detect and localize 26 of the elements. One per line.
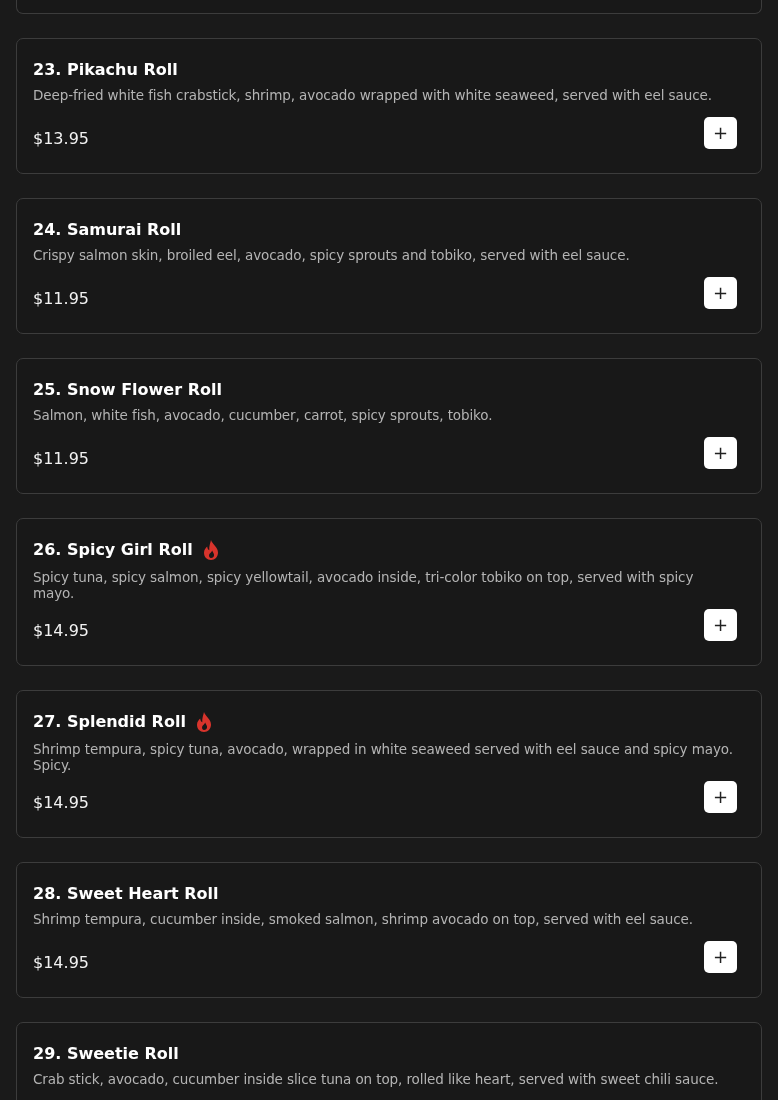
item-description: Crispy salmon skin, broiled eel, avocado, spicy sprouts and tobiko, served with eel sauce. xyxy=(33,247,631,263)
item-name: 28. Sweet Heart Roll xyxy=(33,884,219,904)
item-price: $11.95 xyxy=(33,449,89,469)
item-description: Shrimp tempura, spicy tuna, avocado, wrapped in white seaweed served with eel sauce and spicy mayo. Spicy. xyxy=(33,741,734,773)
item-description: Deep-fried white fish crabstick, shrimp, avocado wrapped with white seaweed, served with eel sauce. xyxy=(33,87,713,103)
item-name: 29. Sweetie Roll xyxy=(33,1044,179,1064)
item-name: 24. Samurai Roll xyxy=(33,220,182,240)
item-price: $14.95 xyxy=(33,793,89,813)
item-name: 25. Snow Flower Roll xyxy=(33,380,222,400)
add-button[interactable]: + xyxy=(704,277,737,309)
item-price: $14.95 xyxy=(33,953,89,973)
add-button[interactable]: + xyxy=(704,117,737,149)
add-button[interactable]: + xyxy=(704,781,737,813)
item-description: Spicy tuna, spicy salmon, spicy yellowtail, avocado inside, tri-color tobiko on top, served with spicy mayo. xyxy=(33,569,695,601)
item-price: $11.95 xyxy=(33,289,89,309)
item-price: $14.95 xyxy=(33,621,89,641)
add-button[interactable]: + xyxy=(704,609,737,641)
item-name: 26. Spicy Girl Roll xyxy=(33,540,193,560)
item-description: Salmon, white fish, avocado, cucumber, carrot, spicy sprouts, tobiko. xyxy=(33,407,494,423)
item-description: Shrimp tempura, cucumber inside, smoked salmon, shrimp avocado on top, served with eel sauce. xyxy=(33,911,694,927)
item-price: $13.95 xyxy=(33,129,89,149)
add-button[interactable]: + xyxy=(704,941,737,973)
add-button[interactable]: + xyxy=(704,437,737,469)
item-name: 27. Splendid Roll xyxy=(33,712,186,732)
item-description: Crab stick, avocado, cucumber inside slice tuna on top, rolled like heart, served with sweet chili sauce. xyxy=(33,1071,720,1087)
item-name: 23. Pikachu Roll xyxy=(33,60,178,80)
